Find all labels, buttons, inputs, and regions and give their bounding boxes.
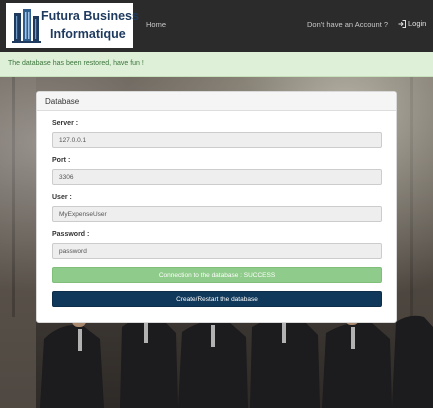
nav-login-link[interactable]: Login: [398, 19, 426, 28]
building-logo-icon: [10, 7, 43, 44]
sign-in-icon: [398, 19, 406, 28]
server-label: Server :: [52, 120, 79, 127]
create-restart-database-button[interactable]: Create/Restart the database: [52, 291, 382, 307]
panel-title: Database: [45, 97, 80, 106]
port-label: Port :: [52, 157, 71, 164]
panel-heading: Database: [37, 92, 396, 111]
brand-name-line1: Futura Business: [41, 9, 139, 23]
connection-status-button[interactable]: Connection to the database : SUCCESS: [52, 267, 382, 283]
nav-signup-link[interactable]: Don't have an Account ?: [307, 20, 388, 29]
password-input[interactable]: [52, 243, 382, 259]
database-panel: Database Server : Port : User : Password…: [36, 91, 397, 323]
success-alert: The database has been restored, have fun…: [0, 52, 433, 77]
password-label: Password :: [52, 231, 90, 238]
top-navbar: Futura Business Informatique Home Don't …: [0, 0, 433, 52]
alert-message: The database has been restored, have fun…: [8, 60, 144, 67]
brand-name-line2: Informatique: [50, 27, 126, 41]
user-label: User :: [52, 194, 72, 201]
user-input[interactable]: [52, 206, 382, 222]
nav-login-label: Login: [408, 19, 427, 28]
brand-logo[interactable]: Futura Business Informatique: [6, 3, 139, 48]
nav-home-link[interactable]: Home: [146, 20, 166, 29]
server-input[interactable]: [52, 132, 382, 148]
port-input[interactable]: [52, 169, 382, 185]
